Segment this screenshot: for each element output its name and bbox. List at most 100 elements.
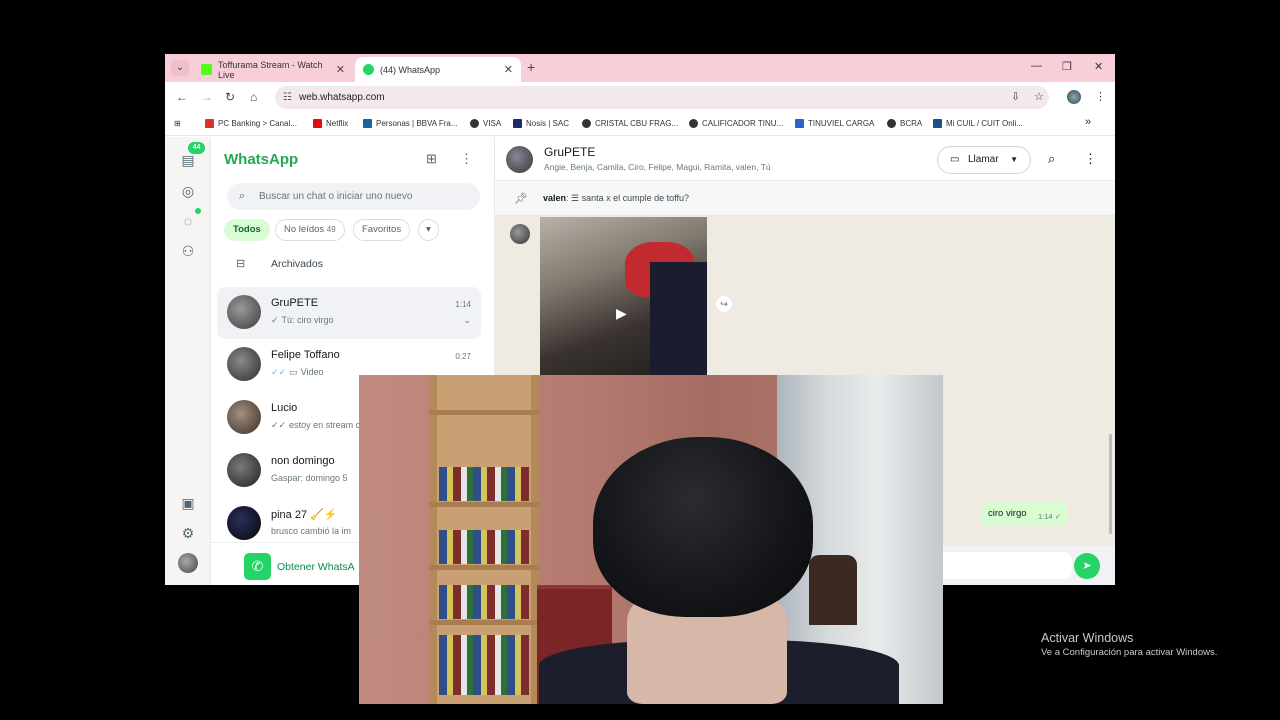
site-info-icon[interactable]: ☷ [283, 86, 292, 109]
search-icon[interactable]: ⌕ [1048, 151, 1055, 167]
call-button[interactable]: ▭ Llamar ▼ [937, 146, 1031, 174]
install-app-icon[interactable]: ⇩ [1011, 90, 1020, 103]
chat-last-text: brusco cambió la im [271, 526, 352, 536]
back-icon[interactable]: ← [176, 90, 188, 104]
pinned-message-bar[interactable]: 📌︎ valen: ☰ santa x el cumple de toffu? [495, 181, 1115, 216]
webcam-overlay [359, 375, 943, 704]
app-title: WhatsApp [224, 151, 299, 168]
outgoing-message[interactable]: ciro virgo 1:14 ✓ [982, 502, 1067, 526]
menu-icon[interactable]: ⋮ [460, 151, 473, 167]
video-message[interactable]: ▶ [540, 217, 707, 377]
bookmark-item[interactable]: Personas | BBVA Fra... [363, 119, 458, 128]
chevron-down-icon: ▼ [1010, 155, 1018, 164]
avatar [227, 400, 261, 434]
tab-search-button[interactable]: ⌄ [171, 60, 189, 76]
play-icon[interactable]: ▶ [616, 305, 627, 322]
chat-name: Felipe Toffano [271, 349, 340, 361]
send-icon[interactable]: ➤ [1074, 553, 1100, 579]
group-members: Angie, Benja, Camila, Ciro, Felipe, Magu… [544, 162, 771, 172]
apps-grid-icon[interactable]: ⊞ [174, 119, 181, 128]
chat-last-message: ✓✓ estoy en stream c [271, 420, 360, 431]
forward-icon[interactable]: ↪ [716, 296, 732, 312]
bookmark-label: Nosis | SAC [526, 119, 569, 128]
archived-row[interactable]: ⊟ Archivados [211, 249, 491, 279]
address-bar-row: ← → ↻ ⌂ ☷ web.whatsapp.com ⇩ ☆ ⋮ [165, 82, 1115, 112]
avatar [227, 506, 261, 540]
bookmark-item[interactable]: Netflix [313, 119, 348, 128]
webcam-books [439, 467, 529, 501]
message-text: ciro virgo [988, 508, 1027, 519]
webcam-shelf-board [429, 620, 539, 625]
bookmark-item[interactable]: Mi CUIL / CUIT Onli... [933, 119, 1023, 128]
bookmark-item[interactable]: CALIFICADOR TINU... [689, 119, 783, 128]
chat-last-text: Tú: ciro virgo [281, 315, 334, 325]
reload-icon[interactable]: ↻ [225, 90, 235, 104]
bookmark-item[interactable]: Nosis | SAC [513, 119, 569, 128]
close-tab-icon[interactable]: ✕ [504, 63, 513, 76]
sent-tick-icon: ✓ [271, 315, 279, 325]
new-tab-button[interactable]: + [527, 59, 535, 75]
archive-icon: ⊟ [236, 258, 246, 270]
tab-label: (44) WhatsApp [380, 64, 441, 75]
bookmark-item[interactable]: VISA [470, 119, 501, 128]
bookmark-item[interactable]: PC Banking > Canal... [205, 119, 297, 128]
new-chat-icon[interactable]: ⊞ [426, 151, 437, 167]
chevron-down-icon[interactable]: ⌄ [463, 315, 471, 326]
bookmark-item[interactable]: TINUVIEL CARGA [795, 119, 874, 128]
menu-icon[interactable]: ⋮ [1084, 151, 1097, 167]
webcam-books [439, 585, 529, 619]
bookmark-star-icon[interactable]: ☆ [1034, 90, 1044, 103]
communities-icon[interactable]: ⚇ [178, 241, 198, 261]
close-tab-icon[interactable]: ✕ [336, 63, 345, 76]
settings-gear-icon[interactable]: ⚙ [178, 523, 198, 543]
chat-time: 0:27 [455, 352, 471, 361]
bookmark-label: VISA [483, 119, 502, 128]
conversation-header[interactable]: GruPETE Angie, Benja, Camila, Ciro, Feli… [495, 137, 1115, 181]
whatsapp-favicon-icon [363, 64, 374, 75]
bookmark-item[interactable]: BCRA [887, 119, 922, 128]
status-icon[interactable]: ◎ [178, 181, 198, 201]
bbva-icon [363, 119, 372, 128]
group-avatar[interactable] [506, 146, 533, 173]
browser-menu-icon[interactable]: ⋮ [1095, 90, 1106, 103]
minimize-icon[interactable]: — [1031, 60, 1042, 72]
home-icon[interactable]: ⌂ [250, 90, 257, 104]
scrollbar[interactable] [1109, 434, 1112, 534]
filter-favorites-chip[interactable]: Favoritos [353, 219, 411, 241]
tab-whatsapp[interactable]: (44) WhatsApp ✕ [355, 57, 521, 82]
webcam-books [439, 530, 529, 564]
tab-toffurama[interactable]: Toffurama Stream - Watch Live ✕ [193, 57, 353, 82]
channels-icon[interactable]: ◌ [178, 211, 198, 231]
nav-rail: ▤ 44 ◎ ◌ ⚇ ▣ ⚙ [165, 137, 211, 585]
bookmark-label: CALIFICADOR TINU... [702, 119, 784, 128]
avatar [227, 295, 261, 329]
webcam-person-hair [593, 437, 813, 617]
window-close-icon[interactable]: ✕ [1094, 60, 1103, 73]
kick-favicon-icon [201, 64, 212, 75]
filter-more-chip[interactable]: ▾ [418, 219, 439, 241]
profile-avatar[interactable] [1067, 90, 1081, 104]
profile-avatar[interactable] [178, 553, 198, 573]
sender-avatar[interactable] [510, 224, 530, 244]
watermark-subtitle: Ve a Configuración para activar Windows. [1041, 647, 1218, 658]
call-label: Llamar [968, 154, 999, 165]
filter-all-chip[interactable]: Todos [224, 219, 270, 241]
filter-unread-count: 49 [326, 225, 336, 234]
chat-last-message: ✓ Tú: ciro virgo [271, 315, 334, 326]
nosis-icon [513, 119, 522, 128]
more-bookmarks-button[interactable]: » [1085, 116, 1091, 128]
pinned-text: santa x el cumple de toffu? [581, 193, 690, 203]
avatar [227, 453, 261, 487]
bookmark-item[interactable]: CRISTAL CBU FRAG... [582, 119, 678, 128]
search-input[interactable]: ⌕ Buscar un chat o iniciar uno nuevo [227, 183, 480, 210]
unread-badge: 44 [188, 142, 205, 154]
restore-icon[interactable]: ❐ [1062, 60, 1072, 73]
chat-row-grupete[interactable]: GruPETE 1:14 ✓ Tú: ciro virgo ⌄ [217, 287, 481, 339]
forward-icon[interactable]: → [201, 90, 213, 104]
url-input[interactable]: ☷ web.whatsapp.com [275, 86, 1049, 109]
netflix-icon [313, 119, 322, 128]
filter-unread-chip[interactable]: No leídos 49 [275, 219, 345, 241]
screen: ⌄ Toffurama Stream - Watch Live ✕ (44) W… [0, 0, 1280, 720]
get-whatsapp-label: Obtener WhatsA [277, 561, 355, 573]
media-icon[interactable]: ▣ [178, 493, 198, 513]
